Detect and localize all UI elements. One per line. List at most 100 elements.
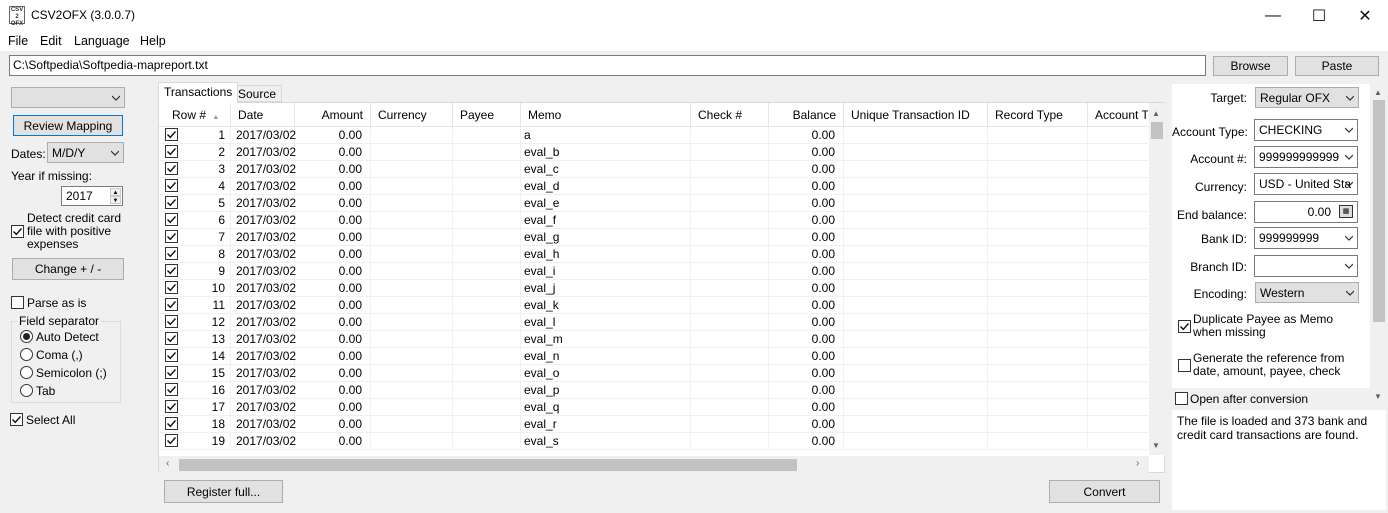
bank-id-select[interactable]: 999999999 (1254, 227, 1358, 249)
col-account-type[interactable]: Account Ty (1088, 103, 1148, 127)
table-row[interactable]: 7 2017/03/02 0.00 eval_g 0.00 (159, 229, 1148, 246)
col-payee[interactable]: Payee (453, 103, 521, 127)
table-row[interactable]: 16 2017/03/02 0.00 eval_p 0.00 (159, 382, 1148, 399)
table-row[interactable]: 17 2017/03/02 0.00 eval_q 0.00 (159, 399, 1148, 416)
radio-semicolon[interactable] (20, 366, 33, 379)
row-checkbox[interactable] (165, 196, 178, 209)
row-checkbox[interactable] (165, 145, 178, 158)
file-path-input[interactable]: C:\Softpedia\Softpedia-mapreport.txt (9, 55, 1206, 76)
row-checkbox[interactable] (165, 298, 178, 311)
scroll-right-icon[interactable]: › (1136, 458, 1139, 469)
tab-source[interactable]: Source (232, 85, 283, 102)
row-checkbox[interactable] (165, 434, 178, 447)
row-checkbox[interactable] (165, 247, 178, 260)
menu-help[interactable]: Help (140, 34, 166, 48)
change-sign-button[interactable]: Change + / - (12, 258, 124, 280)
table-row[interactable]: 1 2017/03/02 0.00 a 0.00 (159, 127, 1148, 144)
vertical-scroll-thumb[interactable] (1151, 122, 1163, 139)
end-balance-input[interactable]: 0.00 ▦ (1254, 201, 1358, 223)
row-checkbox[interactable] (165, 315, 178, 328)
col-record-type[interactable]: Record Type (988, 103, 1088, 127)
row-checkbox[interactable] (165, 332, 178, 345)
radio-tab[interactable] (20, 384, 33, 397)
horizontal-scroll-thumb[interactable] (179, 459, 797, 471)
col-currency[interactable]: Currency (371, 103, 453, 127)
parse-as-is-checkbox[interactable] (11, 296, 24, 309)
settings-scroll-thumb[interactable] (1373, 100, 1385, 322)
scroll-up-icon[interactable]: ▲ (1374, 88, 1382, 97)
table-row[interactable]: 2 2017/03/02 0.00 eval_b 0.00 (159, 144, 1148, 161)
row-checkbox[interactable] (165, 383, 178, 396)
row-checkbox[interactable] (165, 230, 178, 243)
minimize-button[interactable]: — (1250, 0, 1296, 31)
table-row[interactable]: 13 2017/03/02 0.00 eval_m 0.00 (159, 331, 1148, 348)
maximize-button[interactable]: ☐ (1296, 0, 1342, 31)
radio-auto-detect[interactable] (20, 330, 33, 343)
account-type-select[interactable]: CHECKING (1254, 119, 1358, 141)
account-number-select[interactable]: 999999999999 (1254, 146, 1358, 168)
paste-button[interactable]: Paste (1295, 56, 1379, 76)
currency-select[interactable]: USD - United Sta (1254, 173, 1358, 195)
row-checkbox[interactable] (165, 366, 178, 379)
table-row[interactable]: 14 2017/03/02 0.00 eval_n 0.00 (159, 348, 1148, 365)
col-date[interactable]: Date (231, 103, 295, 127)
row-checkbox[interactable] (165, 417, 178, 430)
col-unique-id[interactable]: Unique Transaction ID (844, 103, 988, 127)
generate-reference-checkbox[interactable] (1178, 359, 1191, 372)
scroll-down-icon[interactable]: ▼ (1374, 392, 1382, 401)
scroll-left-icon[interactable]: ‹ (166, 458, 169, 469)
encoding-select[interactable]: Western (1255, 282, 1359, 303)
open-after-conversion-checkbox[interactable] (1175, 392, 1188, 405)
row-checkbox[interactable] (165, 400, 178, 413)
row-checkbox[interactable] (165, 213, 178, 226)
branch-id-select[interactable] (1254, 255, 1358, 277)
review-mapping-button[interactable]: Review Mapping (13, 115, 123, 136)
menu-edit[interactable]: Edit (40, 34, 62, 48)
tab-transactions[interactable]: Transactions (158, 82, 239, 103)
row-checkbox[interactable] (165, 281, 178, 294)
table-row[interactable]: 6 2017/03/02 0.00 eval_f 0.00 (159, 212, 1148, 229)
calculator-icon[interactable]: ▦ (1339, 205, 1353, 218)
col-balance[interactable]: Balance (769, 103, 844, 127)
table-row[interactable]: 4 2017/03/02 0.00 eval_d 0.00 (159, 178, 1148, 195)
dates-select[interactable]: M/D/Y (47, 142, 124, 163)
close-button[interactable]: ✕ (1342, 0, 1388, 31)
table-row[interactable]: 18 2017/03/02 0.00 eval_r 0.00 (159, 416, 1148, 433)
table-row[interactable]: 8 2017/03/02 0.00 eval_h 0.00 (159, 246, 1148, 263)
spin-down-icon[interactable]: ▼ (110, 196, 121, 204)
col-row-number[interactable]: Row # ▲ (159, 103, 231, 127)
menu-file[interactable]: File (8, 34, 28, 48)
table-row[interactable]: 10 2017/03/02 0.00 eval_j 0.00 (159, 280, 1148, 297)
row-checkbox[interactable] (165, 128, 178, 141)
table-row[interactable]: 3 2017/03/02 0.00 eval_c 0.00 (159, 161, 1148, 178)
row-checkbox[interactable] (165, 179, 178, 192)
table-row[interactable]: 19 2017/03/02 0.00 eval_s 0.00 (159, 433, 1148, 450)
table-row[interactable]: 12 2017/03/02 0.00 eval_l 0.00 (159, 314, 1148, 331)
table-row[interactable]: 11 2017/03/02 0.00 eval_k 0.00 (159, 297, 1148, 314)
register-full-button[interactable]: Register full... (164, 480, 283, 503)
scroll-down-icon[interactable]: ▼ (1152, 441, 1160, 450)
row-checkbox[interactable] (165, 349, 178, 362)
col-memo[interactable]: Memo (521, 103, 691, 127)
col-amount[interactable]: Amount (295, 103, 371, 127)
convert-button[interactable]: Convert (1049, 480, 1160, 503)
detect-credit-checkbox[interactable] (11, 225, 24, 238)
table-row[interactable]: 15 2017/03/02 0.00 eval_o 0.00 (159, 365, 1148, 382)
target-select[interactable]: Regular OFX (1255, 87, 1359, 108)
row-checkbox[interactable] (165, 264, 178, 277)
select-all-checkbox[interactable] (10, 413, 23, 426)
year-spinner[interactable]: 2017 ▲ ▼ (61, 186, 123, 206)
col-check-number[interactable]: Check # (691, 103, 769, 127)
row-checkbox[interactable] (165, 162, 178, 175)
spin-up-icon[interactable]: ▲ (110, 188, 121, 196)
settings-scrollbar[interactable]: ▲ ▼ (1371, 84, 1387, 406)
duplicate-payee-checkbox[interactable] (1178, 320, 1191, 333)
table-row[interactable]: 5 2017/03/02 0.00 eval_e 0.00 (159, 195, 1148, 212)
vertical-scrollbar[interactable]: ▲ ▼ (1149, 103, 1165, 455)
menu-language[interactable]: Language (74, 34, 130, 48)
browse-button[interactable]: Browse (1213, 56, 1288, 76)
radio-comma[interactable] (20, 348, 33, 361)
mapping-select[interactable] (11, 87, 125, 108)
scroll-up-icon[interactable]: ▲ (1152, 109, 1160, 118)
table-row[interactable]: 9 2017/03/02 0.00 eval_i 0.00 (159, 263, 1148, 280)
